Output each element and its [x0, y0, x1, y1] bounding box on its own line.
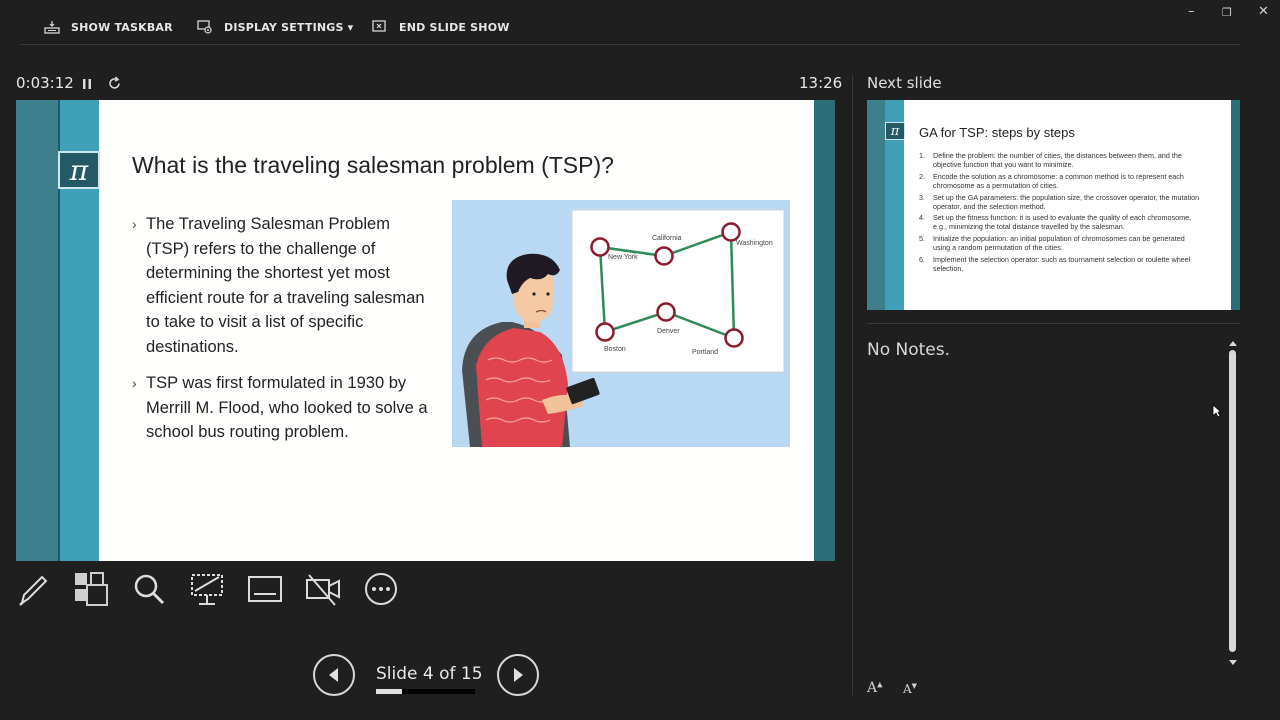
- thumb-pi-logo: π: [885, 122, 905, 140]
- bullet-text: TSP was first formulated in 1930 by Merr…: [146, 374, 428, 441]
- end-slide-show-label: END SLIDE SHOW: [399, 20, 510, 34]
- pause-timer-button[interactable]: [80, 76, 94, 90]
- font-increase-icon: A: [867, 680, 878, 696]
- end-show-icon: [371, 19, 389, 35]
- end-slide-show-button[interactable]: END SLIDE SHOW: [371, 18, 510, 36]
- display-settings-button[interactable]: DISPLAY SETTINGS ▾: [196, 18, 353, 36]
- more-options-icon: [365, 573, 397, 605]
- map-label-washington: Washington: [736, 240, 773, 247]
- zoom-button[interactable]: [131, 571, 167, 607]
- step-item: 1. Define the problem: the number of citi…: [919, 151, 1182, 169]
- slide-band-dark: [16, 100, 58, 561]
- pen-icon: [19, 575, 48, 606]
- thumb-band-dark: [867, 100, 885, 310]
- slide-band-right: [814, 100, 835, 561]
- taskbar-icon: [43, 19, 61, 35]
- slide-bullets: › The Traveling Salesman Problem (TSP) r…: [132, 212, 432, 457]
- thumb-band-right: [1231, 100, 1240, 310]
- pause-icon: [83, 79, 91, 89]
- mouse-cursor-icon: [1212, 403, 1223, 422]
- step-item: 4. Set up the fitness function: it is use…: [919, 213, 1192, 232]
- step-item: 5. Initialize the population: an initial …: [919, 234, 1185, 253]
- restart-icon: [109, 76, 120, 89]
- map-label-denver: Denver: [657, 328, 680, 335]
- show-taskbar-label: SHOW TASKBAR: [71, 20, 173, 34]
- previous-slide-button[interactable]: [313, 654, 355, 696]
- decrease-font-button[interactable]: A▼: [903, 682, 917, 696]
- grid-slides-icon: [75, 572, 108, 606]
- camera-toggle-button[interactable]: [305, 571, 341, 607]
- restore-button[interactable]: ❐: [1222, 6, 1232, 19]
- pointer-options-button[interactable]: [189, 571, 225, 607]
- increase-font-button[interactable]: A▲: [867, 680, 883, 696]
- pi-logo: π: [58, 151, 100, 189]
- see-all-slides-button[interactable]: [73, 571, 109, 607]
- toolbar-divider: [20, 44, 1240, 45]
- chevron-right-icon: ›: [132, 375, 137, 391]
- chevron-right-icon: ›: [132, 216, 137, 232]
- subtitles-button[interactable]: [247, 571, 283, 607]
- scroll-thumb[interactable]: [1229, 350, 1236, 652]
- display-settings-icon: [196, 19, 214, 35]
- current-slide[interactable]: π What is the traveling salesman problem…: [16, 100, 835, 561]
- pen-tool-button[interactable]: [16, 571, 52, 607]
- screen-pointer-icon: [191, 574, 223, 605]
- next-slide-title: GA for TSP: steps by steps: [919, 125, 1075, 140]
- bullet-item: › TSP was first formulated in 1930 by Me…: [132, 371, 432, 445]
- next-slide-label: Next slide: [867, 74, 942, 92]
- step-item: 6. Implement the selection operator: such…: [919, 254, 1191, 273]
- map-label-portland: Portland: [692, 349, 718, 356]
- slide-counter[interactable]: Slide 4 of 15: [376, 664, 483, 684]
- current-time: 13:26: [799, 74, 843, 92]
- map-label-boston: Boston: [604, 346, 626, 353]
- arrow-right-icon: [514, 668, 523, 682]
- step-item: 2. Encode the solution as a chromosome: a…: [919, 171, 1184, 190]
- map-label-new-york: New York: [608, 254, 638, 261]
- arrow-left-icon: [329, 668, 338, 682]
- speaker-notes[interactable]: No Notes.: [867, 340, 950, 360]
- slide-title: What is the traveling salesman problem (…: [132, 152, 614, 178]
- next-slide-steps: 1. Define the problem: the number of citi…: [919, 151, 1203, 276]
- scroll-down-icon: [1229, 660, 1237, 665]
- magnifier-icon: [134, 574, 165, 605]
- notes-divider: [867, 323, 1240, 324]
- minimize-button[interactable]: –: [1188, 4, 1195, 19]
- tsp-illustration: New York California Washington Boston De…: [452, 200, 790, 447]
- close-button[interactable]: ✕: [1258, 4, 1269, 19]
- bullet-item: › The Traveling Salesman Problem (TSP) r…: [132, 212, 432, 359]
- camera-off-icon: [306, 574, 340, 606]
- slide-progress-bar: [376, 689, 475, 694]
- more-options-button[interactable]: [363, 571, 399, 607]
- panel-divider: [852, 75, 853, 695]
- elapsed-timer: 0:03:12: [16, 74, 74, 92]
- next-slide-button[interactable]: [497, 654, 539, 696]
- step-item: 3. Set up the GA parameters: the populati…: [919, 192, 1200, 211]
- scroll-up-icon: [1229, 341, 1237, 346]
- next-slide-preview[interactable]: π GA for TSP: steps by steps 1. Define th…: [867, 100, 1240, 310]
- subtitles-icon: [248, 576, 282, 602]
- font-decrease-icon: A: [903, 682, 912, 696]
- show-taskbar-button[interactable]: SHOW TASKBAR: [43, 18, 173, 36]
- map-label-california: California: [652, 235, 682, 242]
- slide-progress-fill: [376, 689, 403, 694]
- display-settings-label: DISPLAY SETTINGS ▾: [224, 20, 354, 34]
- notes-scrollbar[interactable]: [1226, 338, 1240, 668]
- reset-timer-button[interactable]: [107, 76, 122, 91]
- bullet-text: The Traveling Salesman Problem (TSP) ref…: [146, 215, 425, 356]
